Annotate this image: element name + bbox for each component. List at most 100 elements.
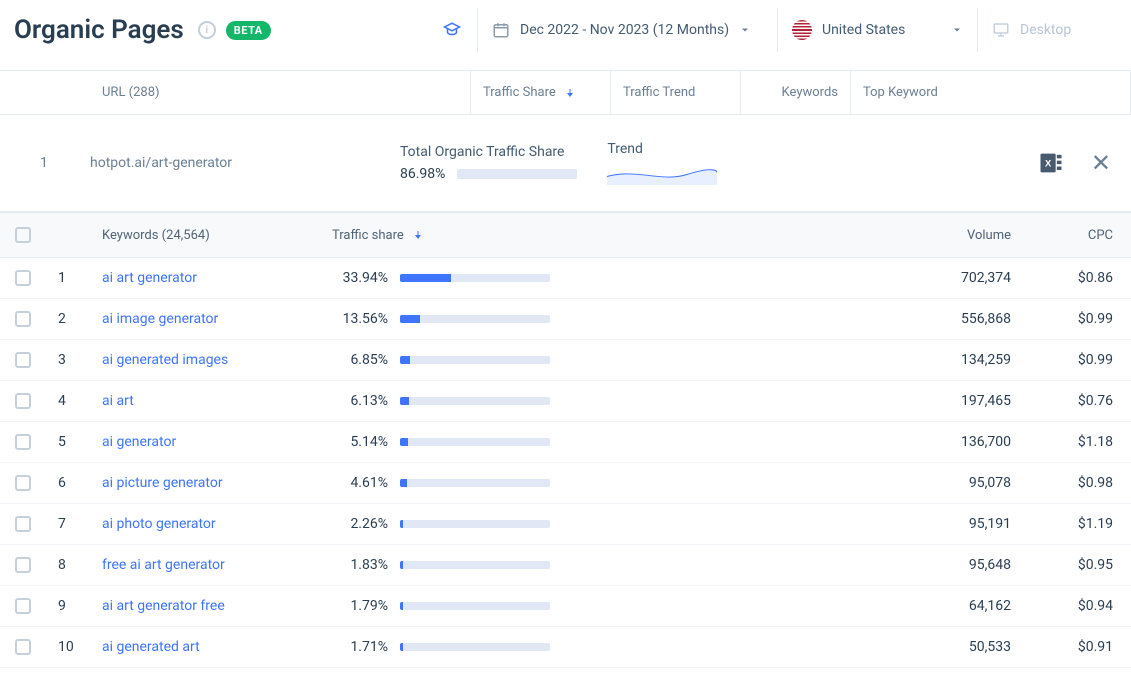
col-traffic-trend[interactable]: Traffic Trend	[611, 71, 741, 114]
row-rank: 7	[46, 504, 90, 544]
subcol-traffic-share[interactable]: Traffic share	[320, 214, 550, 257]
row-volume: 64,162	[562, 586, 1031, 626]
keyword-link[interactable]: free ai art generator	[90, 545, 320, 585]
keyword-link[interactable]: ai generated art	[90, 627, 320, 667]
row-rank: 2	[46, 299, 90, 339]
row-traffic-share: 33.94%	[320, 258, 562, 298]
trend-sparkline	[607, 163, 717, 185]
keyword-link[interactable]: ai picture generator	[90, 463, 320, 503]
row-cpc: $1.18	[1031, 422, 1131, 462]
row-traffic-share: 2.26%	[320, 504, 562, 544]
table-row: 1ai art generator33.94%702,374$0.86	[0, 258, 1131, 299]
row-traffic-share-value: 5.14%	[332, 434, 388, 450]
beta-badge: BETA	[226, 21, 271, 40]
col-keywords[interactable]: Keywords	[741, 71, 851, 114]
date-range-label: Dec 2022 - Nov 2023 (12 Months)	[520, 22, 729, 38]
row-rank: 4	[46, 381, 90, 421]
select-all-checkbox[interactable]	[15, 227, 31, 243]
row-cpc: $0.99	[1031, 299, 1131, 339]
row-traffic-share-value: 4.61%	[332, 475, 388, 491]
device-label: Desktop	[1020, 22, 1071, 38]
subcol-cpc[interactable]: CPC	[1031, 214, 1131, 257]
row-cpc: $0.91	[1031, 627, 1131, 667]
keyword-link[interactable]: ai photo generator	[90, 504, 320, 544]
row-traffic-share: 4.61%	[320, 463, 562, 503]
row-traffic-share-value: 1.79%	[332, 598, 388, 614]
row-traffic-share-bar	[400, 643, 550, 651]
country-picker[interactable]: United States	[777, 8, 977, 52]
chevron-down-icon	[739, 24, 751, 36]
row-cpc: $0.94	[1031, 586, 1131, 626]
subcol-traffic-share-label: Traffic share	[332, 228, 404, 243]
row-checkbox[interactable]	[15, 557, 31, 573]
keyword-link[interactable]: ai art generator	[90, 258, 320, 298]
detail-rank: 1	[40, 155, 60, 171]
row-traffic-share-bar	[400, 274, 550, 282]
row-traffic-share-bar	[400, 438, 550, 446]
row-cpc: $0.98	[1031, 463, 1131, 503]
education-icon[interactable]	[427, 8, 477, 52]
subcol-keywords[interactable]: Keywords (24,564)	[90, 214, 320, 257]
row-cpc: $0.99	[1031, 340, 1131, 380]
row-traffic-share-value: 1.83%	[332, 557, 388, 573]
row-traffic-share-bar	[400, 315, 550, 323]
url-table-header: URL (288) Traffic Share Traffic Trend Ke…	[0, 71, 1131, 115]
table-row: 7ai photo generator2.26%95,191$1.19	[0, 504, 1131, 545]
page-title: Organic Pages	[14, 15, 184, 45]
table-row: 8free ai art generator1.83%95,648$0.95	[0, 545, 1131, 586]
export-excel-icon[interactable]: X	[1037, 149, 1065, 177]
row-rank: 3	[46, 340, 90, 380]
keyword-link[interactable]: ai art generator free	[90, 586, 320, 626]
row-rank: 6	[46, 463, 90, 503]
table-row: 5ai generator 5.14% 136,700$1.18	[0, 422, 1131, 463]
row-volume: 136,700	[562, 422, 1031, 462]
calendar-icon	[492, 21, 510, 39]
keywords-table-body: 1ai art generator33.94%702,374$0.862ai i…	[0, 258, 1131, 668]
info-icon[interactable]: i	[198, 21, 216, 39]
row-traffic-share-bar	[400, 520, 550, 528]
keyword-link[interactable]: ai image generator	[90, 299, 320, 339]
row-checkbox[interactable]	[15, 516, 31, 532]
row-traffic-share-value: 33.94%	[332, 270, 388, 286]
row-checkbox[interactable]	[15, 270, 31, 286]
keyword-link[interactable]: ai generator	[90, 422, 320, 462]
sort-desc-icon	[564, 87, 576, 99]
row-traffic-share-value: 6.85%	[332, 352, 388, 368]
keyword-link[interactable]: ai generated images	[90, 340, 320, 380]
row-rank: 8	[46, 545, 90, 585]
table-row: 10ai generated art1.71%50,533$0.91	[0, 627, 1131, 668]
subcol-volume[interactable]: Volume	[550, 214, 1031, 257]
table-row: 4ai art6.13%197,465$0.76	[0, 381, 1131, 422]
device-picker[interactable]: Desktop	[977, 8, 1117, 52]
row-checkbox[interactable]	[15, 311, 31, 327]
row-traffic-share: 1.71%	[320, 627, 562, 667]
close-icon[interactable]: ✕	[1091, 149, 1111, 177]
col-top-keyword[interactable]: Top Keyword	[851, 71, 1131, 114]
total-traffic-share-label: Total Organic Traffic Share	[400, 144, 577, 160]
table-row: 9ai art generator free1.79%64,162$0.94	[0, 586, 1131, 627]
row-checkbox[interactable]	[15, 352, 31, 368]
svg-text:X: X	[1045, 159, 1052, 169]
row-checkbox[interactable]	[15, 598, 31, 614]
topbar: Organic Pages i BETA Dec 2022 - Nov 2023…	[0, 0, 1131, 71]
detail-url: hotpot.ai/art-generator	[90, 155, 370, 171]
keyword-link[interactable]: ai art	[90, 381, 320, 421]
total-traffic-share: Total Organic Traffic Share 86.98%	[400, 144, 577, 182]
date-range-picker[interactable]: Dec 2022 - Nov 2023 (12 Months)	[477, 8, 777, 52]
col-traffic-share[interactable]: Traffic Share	[471, 71, 611, 114]
row-traffic-share: 1.79%	[320, 586, 562, 626]
country-label: United States	[822, 22, 905, 38]
col-url[interactable]: URL (288)	[90, 71, 471, 114]
row-traffic-share-bar	[400, 479, 550, 487]
row-traffic-share-bar	[400, 397, 550, 405]
row-checkbox[interactable]	[15, 639, 31, 655]
row-volume: 197,465	[562, 381, 1031, 421]
row-rank: 5	[46, 422, 90, 462]
row-traffic-share-bar	[400, 602, 550, 610]
row-checkbox[interactable]	[15, 434, 31, 450]
row-rank: 1	[46, 258, 90, 298]
row-cpc: $1.19	[1031, 504, 1131, 544]
row-checkbox[interactable]	[15, 393, 31, 409]
total-traffic-share-bar	[457, 169, 577, 179]
row-checkbox[interactable]	[15, 475, 31, 491]
